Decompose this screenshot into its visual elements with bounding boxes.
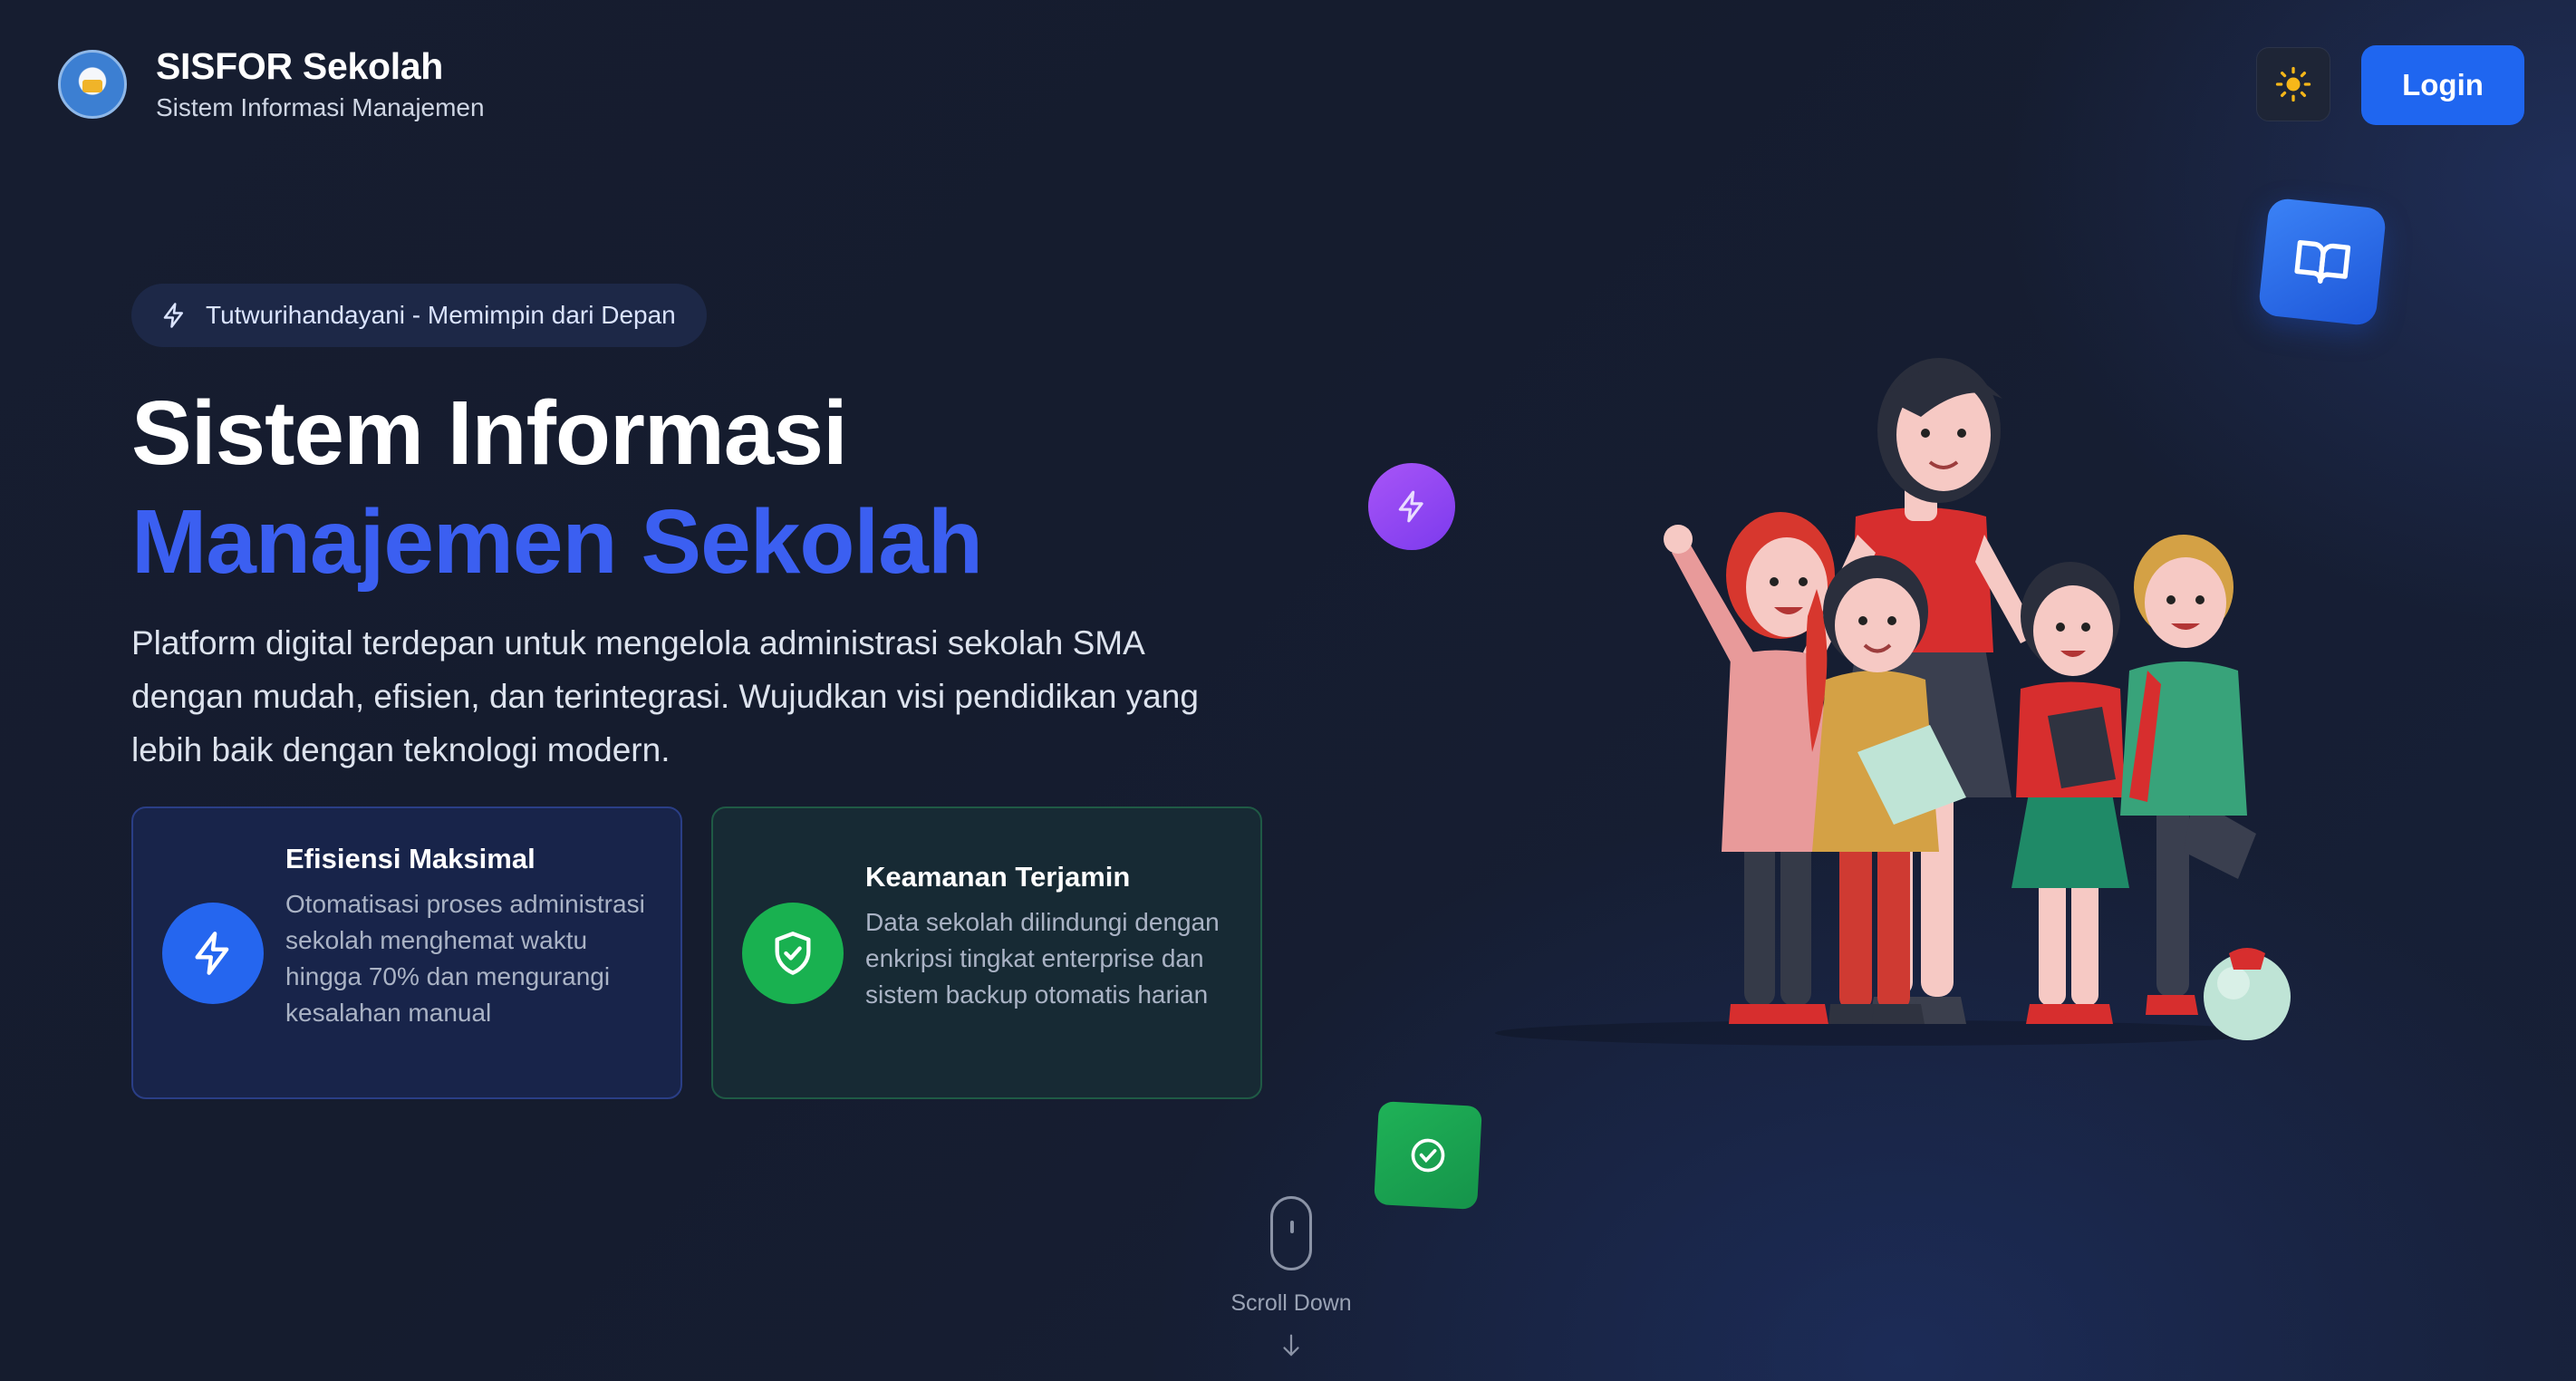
check-circle-icon [1411,1138,1445,1173]
brand: SISFOR Sekolah Sistem Informasi Manajeme… [156,45,485,122]
scroll-down-indicator[interactable]: Scroll Down [1214,1196,1368,1365]
floating-check-badge [1374,1101,1482,1210]
tagline-badge: Tutwurihandayani - Memimpin dari Depan [131,284,707,347]
bolt-icon [1398,490,1423,523]
feature-title: Keamanan Terjamin [865,861,1131,893]
student-girl-red-hair [1664,512,1835,1024]
shield-check-icon [775,932,811,975]
feature-text: Data sekolah dilindungi dengan enkripsi … [865,908,1220,1009]
feature-title: Efisiensi Maksimal [285,843,535,874]
brand-subtitle: Sistem Informasi Manajemen [156,93,485,121]
student-boy-green-shirt [2120,535,2291,1040]
arrow-down-icon [1283,1334,1299,1357]
student-girl-green-skirt [2012,562,2129,1024]
feature-card-efficiency: Efisiensi Maksimal Otomatisasi proses ad… [131,806,682,1099]
mouse-icon [1270,1196,1312,1270]
feature-icon-wrapper [162,903,264,1004]
hero-description: Platform digital terdepan untuk mengelol… [131,624,1199,768]
scroll-down-label: Scroll Down [1230,1290,1352,1316]
site-header: SISFOR Sekolah Sistem Informasi Manajeme… [58,45,485,122]
login-button[interactable]: Login [2361,45,2524,125]
theme-toggle-button[interactable] [2256,47,2330,121]
hero-title: Sistem Informasi [131,382,848,484]
school-logo[interactable] [58,49,127,119]
tagline-text: Tutwurihandayani - Memimpin dari Depan [206,301,676,329]
floating-book-badge [2257,197,2388,327]
hero-title-accent: Manajemen Sekolah [131,491,983,593]
bolt-icon [195,932,229,975]
bolt-icon [163,303,183,328]
students-illustration [1495,358,2291,1046]
brand-title: SISFOR Sekolah [156,45,444,87]
sun-icon [2275,66,2311,102]
feature-text: Otomatisasi proses administrasi sekolah … [285,890,645,1027]
feature-card-security: Keamanan Terjamin Data sekolah dilindung… [711,806,1262,1099]
feature-icon-wrapper [742,903,844,1004]
open-book-icon [2294,239,2351,284]
